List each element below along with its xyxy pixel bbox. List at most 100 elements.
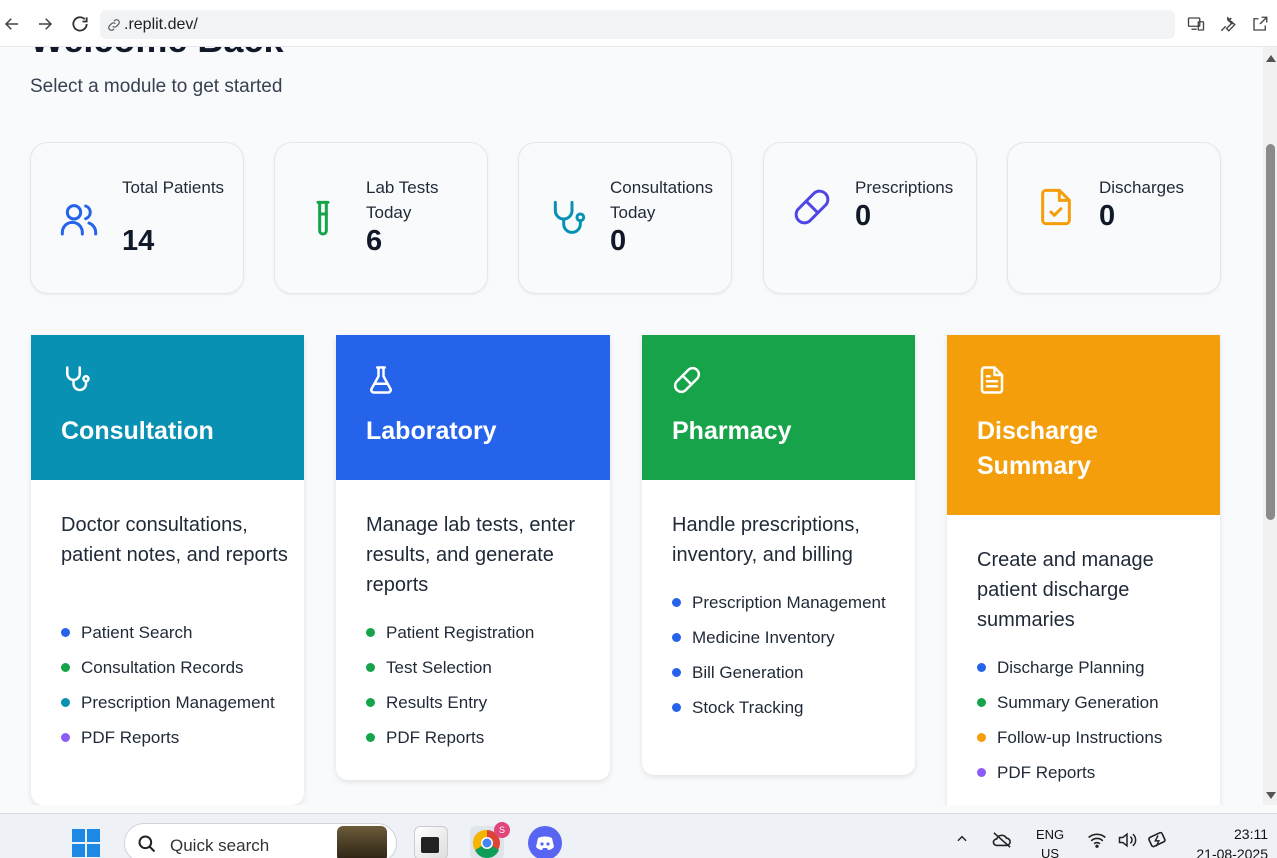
module-card-consultation[interactable]: Consultation Doctor consultations, patie…	[31, 335, 304, 805]
module-description: Manage lab tests, enter results, and gen…	[366, 514, 576, 596]
module-title: Pharmacy	[672, 417, 792, 445]
module-title: Discharge Summary	[977, 417, 1098, 480]
bullet-dot	[672, 703, 681, 712]
module-description: Handle prescriptions, inventory, and bil…	[672, 514, 860, 566]
feature-item: Discharge Planning	[977, 655, 1197, 680]
page-scrollbar[interactable]	[1263, 47, 1277, 805]
search-icon	[138, 835, 156, 853]
stat-label: Consultations Today	[610, 178, 714, 222]
file-text-icon	[980, 366, 1004, 394]
module-description: Doctor consultations, patient notes, and…	[61, 514, 288, 566]
stat-value: 0	[610, 225, 627, 257]
volume-icon[interactable]	[1117, 831, 1137, 852]
feature-item: Stock Tracking	[672, 695, 892, 720]
stat-card-lab-tests: Lab Tests Today 6	[274, 142, 488, 294]
scroll-down-arrow-icon[interactable]	[1266, 792, 1276, 799]
file-check-icon	[1041, 188, 1071, 226]
stat-card-prescriptions: Prescriptions 0	[763, 142, 977, 294]
scroll-up-arrow-icon[interactable]	[1266, 55, 1276, 62]
system-clock[interactable]: 23:11 21-08-2025	[1186, 824, 1268, 858]
cast-button[interactable]	[1185, 13, 1207, 35]
task-view-icon[interactable]	[414, 826, 448, 858]
wifi-icon[interactable]	[1087, 832, 1107, 851]
wrench-icon	[1220, 16, 1236, 32]
feature-item: Patient Search	[61, 620, 281, 645]
scroll-thumb[interactable]	[1266, 144, 1275, 520]
stat-value: 0	[1099, 200, 1116, 232]
bullet-dot	[61, 628, 70, 637]
bullet-dot	[672, 668, 681, 677]
stat-card-discharges: Discharges 0	[1007, 142, 1221, 294]
bullet-dot	[61, 663, 70, 672]
stat-label: Total Patients	[122, 178, 225, 197]
stat-card-total-patients: Total Patients 14	[30, 142, 244, 294]
feature-item: Prescription Management	[61, 690, 281, 715]
module-card-pharmacy[interactable]: Pharmacy Handle prescriptions, inventory…	[642, 335, 915, 775]
taskbar-search[interactable]: Quick search	[124, 823, 397, 858]
welcome-subtitle: Select a module to get started	[30, 76, 283, 97]
devices-icon	[1187, 17, 1205, 31]
url-text: .replit.dev/	[124, 15, 198, 33]
reload-button[interactable]	[68, 12, 92, 36]
stethoscope-icon	[66, 366, 90, 392]
bullet-dot	[61, 698, 70, 707]
feature-item: Results Entry	[366, 690, 586, 715]
cloud-offline-icon[interactable]	[991, 831, 1013, 852]
bullet-dot	[366, 698, 375, 707]
arrow-left-icon	[4, 18, 18, 30]
stat-label: Discharges	[1099, 178, 1185, 197]
feature-item: Patient Registration	[366, 620, 586, 645]
stat-label: Lab Tests Today	[366, 178, 439, 222]
module-card-laboratory[interactable]: Laboratory Manage lab tests, enter resul…	[336, 335, 610, 780]
feature-item: Prescription Management	[672, 590, 892, 615]
feature-item: Follow-up Instructions	[977, 725, 1197, 750]
bullet-dot	[61, 733, 70, 742]
taskbar: Quick search S ENG US 23:11 21-08-2025	[0, 813, 1277, 858]
address-bar[interactable]: .replit.dev/	[100, 10, 1175, 39]
external-link-icon	[1253, 16, 1268, 31]
bullet-dot	[366, 733, 375, 742]
chevron-up-icon[interactable]	[955, 832, 969, 849]
bullet-dot	[366, 628, 375, 637]
bullet-dot	[977, 698, 986, 707]
forward-button[interactable]	[33, 12, 57, 36]
feature-item: Medicine Inventory	[672, 625, 892, 650]
windows-start-icon[interactable]	[72, 829, 100, 857]
chrome-icon[interactable]: S	[470, 822, 510, 858]
stat-value: 14	[122, 225, 155, 257]
stat-label: Prescriptions	[855, 178, 954, 197]
pill-icon	[794, 189, 830, 225]
bullet-dot	[977, 663, 986, 672]
stethoscope-icon	[553, 200, 586, 234]
chrome-badge: S	[494, 822, 510, 838]
reload-icon	[72, 16, 88, 32]
module-title: Consultation	[61, 417, 214, 445]
users-icon	[60, 204, 98, 236]
open-external-button[interactable]	[1249, 13, 1271, 35]
module-header: Pharmacy	[642, 335, 915, 480]
feature-item: Bill Generation	[672, 660, 892, 685]
module-header: Discharge Summary	[947, 335, 1220, 515]
stat-value: 0	[855, 200, 872, 232]
feature-list: Patient Search Consultation Records Pres…	[61, 620, 281, 760]
module-card-discharge-summary[interactable]: Discharge Summary Create and manage pati…	[947, 335, 1220, 805]
devtools-button[interactable]	[1217, 13, 1239, 35]
flask-icon	[370, 366, 392, 394]
discord-icon[interactable]	[528, 826, 562, 858]
battery-charging-icon[interactable]	[1147, 831, 1169, 852]
feature-item: Summary Generation	[977, 690, 1197, 715]
feature-list: Prescription Management Medicine Invento…	[672, 590, 892, 730]
bullet-dot	[366, 663, 375, 672]
language-indicator[interactable]: ENG US	[1036, 825, 1064, 858]
feature-list: Patient Registration Test Selection Resu…	[366, 620, 586, 760]
module-header: Consultation	[31, 335, 304, 480]
feature-list: Discharge Planning Summary Generation Fo…	[977, 655, 1197, 795]
welcome-heading: Welcome Back	[30, 47, 283, 61]
feature-item: PDF Reports	[977, 760, 1197, 785]
module-header: Laboratory	[336, 335, 610, 480]
module-description: Create and manage patient discharge summ…	[977, 549, 1154, 631]
stat-value: 6	[366, 225, 383, 257]
back-button[interactable]	[0, 12, 24, 36]
bullet-dot	[977, 768, 986, 777]
bullet-dot	[977, 733, 986, 742]
